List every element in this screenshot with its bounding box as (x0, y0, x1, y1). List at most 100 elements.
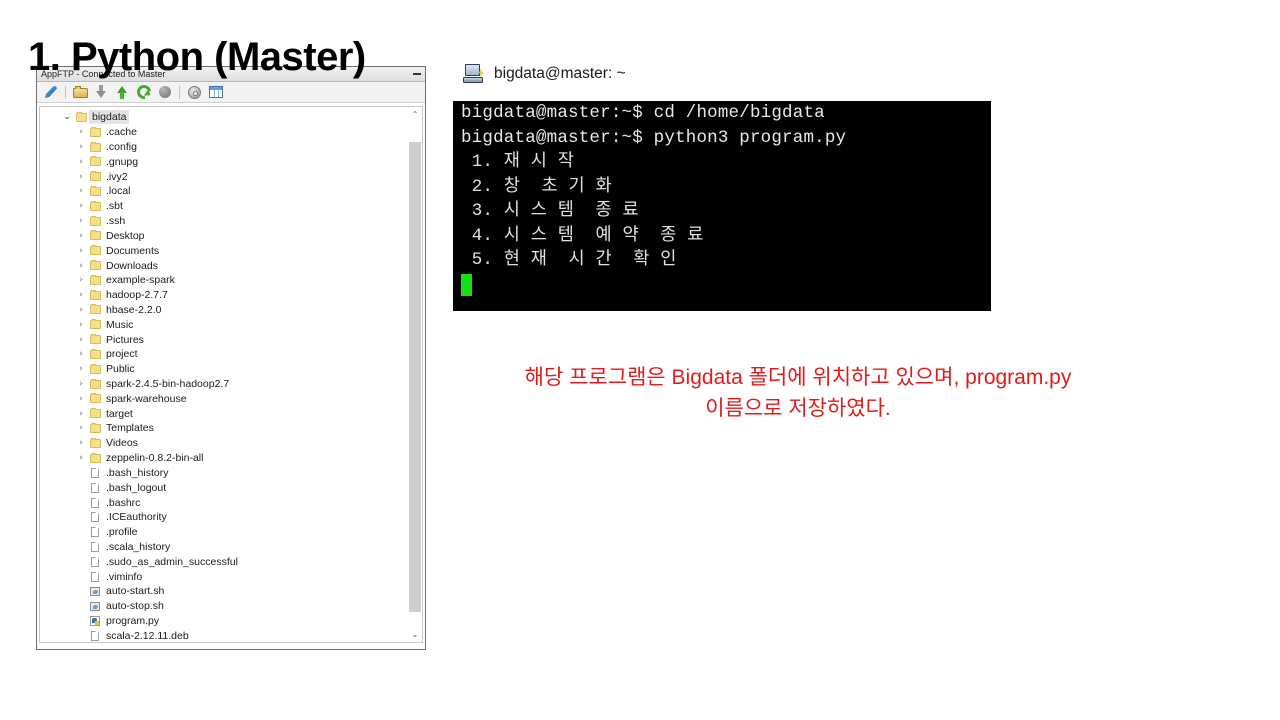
tree-item-label: .profile (106, 526, 138, 539)
chevron-right-icon[interactable]: › (74, 155, 88, 169)
edit-feather-icon[interactable] (42, 84, 59, 101)
chevron-right-icon[interactable]: › (74, 436, 88, 450)
tree-row[interactable]: › .gnupg (40, 154, 408, 169)
chevron-right-icon[interactable]: › (74, 421, 88, 435)
tree-row[interactable]: ⌄ bigdata (40, 110, 408, 125)
chevron-right-icon[interactable]: › (74, 392, 88, 406)
tree-item-label: auto-stop.sh (106, 600, 164, 613)
chevron-right-icon[interactable]: › (74, 333, 88, 347)
tree-row[interactable]: › project (40, 347, 408, 362)
chevron-right-icon[interactable]: › (74, 140, 88, 154)
tree-row[interactable]: › .ssh (40, 214, 408, 229)
tree-item-label: Pictures (106, 333, 144, 346)
tree-row[interactable]: › Downloads (40, 258, 408, 273)
tree-item-label: spark-2.4.5-bin-hadoop2.7 (106, 378, 230, 391)
file-icon (88, 541, 102, 552)
tree-row[interactable]: auto-stop.sh (40, 599, 408, 614)
tree-row[interactable]: › Desktop (40, 229, 408, 244)
tree-row[interactable]: › hbase-2.2.0 (40, 303, 408, 318)
tree-row[interactable]: › Public (40, 362, 408, 377)
tree-row[interactable]: .sudo_as_admin_successful (40, 554, 408, 569)
folder-icon (88, 141, 102, 152)
tree-row[interactable]: › target (40, 406, 408, 421)
chevron-right-icon[interactable]: › (74, 214, 88, 228)
upload-folder-icon[interactable] (72, 84, 89, 101)
tree-row[interactable]: .viminfo (40, 569, 408, 584)
chevron-right-icon[interactable]: › (74, 303, 88, 317)
scrollbar-track[interactable] (408, 122, 422, 627)
grid-view-icon[interactable] (207, 84, 224, 101)
tree-row[interactable]: › .sbt (40, 199, 408, 214)
chevron-right-icon[interactable]: › (74, 347, 88, 361)
folder-icon (88, 334, 102, 345)
tree-row[interactable]: › example-spark (40, 273, 408, 288)
tree-row[interactable]: › Videos (40, 436, 408, 451)
folder-icon (88, 185, 102, 196)
chevron-right-icon[interactable]: › (74, 273, 88, 287)
chevron-right-icon[interactable]: › (74, 407, 88, 421)
separator-2 (179, 85, 180, 99)
refresh-icon[interactable] (133, 82, 154, 102)
chevron-right-icon[interactable]: › (74, 362, 88, 376)
scroll-up-icon[interactable]: ⌃ (408, 107, 422, 122)
tree-row[interactable]: .ICEauthority (40, 510, 408, 525)
chevron-right-icon[interactable]: › (74, 125, 88, 139)
tree-row[interactable]: › Music (40, 317, 408, 332)
download-icon[interactable] (93, 84, 110, 101)
terminal-window[interactable]: bigdata@master:~$ cd /home/bigdata bigdat… (453, 101, 991, 311)
folder-icon (88, 171, 102, 182)
tree-row[interactable]: › spark-2.4.5-bin-hadoop2.7 (40, 377, 408, 392)
folder-icon (88, 393, 102, 404)
chevron-down-icon[interactable]: ⌄ (60, 110, 74, 124)
chevron-right-icon[interactable]: › (74, 288, 88, 302)
folder-icon (74, 111, 88, 122)
tree-item-label: Templates (106, 422, 154, 435)
tree-row[interactable]: .scala_history (40, 540, 408, 555)
tree-row[interactable]: › hadoop-2.7.7 (40, 288, 408, 303)
chevron-right-icon[interactable]: › (74, 170, 88, 184)
caption-text: 해당 프로그램은 Bigdata 폴더에 위치하고 있으며, program.p… (453, 362, 1143, 424)
file-icon (88, 467, 102, 478)
chevron-right-icon[interactable]: › (74, 244, 88, 258)
tree-row[interactable]: scala-2.12.11.deb (40, 628, 408, 642)
file-tree-scrollbar[interactable]: ⌃ ⌄ (408, 106, 423, 643)
file-tree-pane[interactable]: ⌄ bigdata › .cache › .config › .gnupg › .ivy2 › .lo… (39, 106, 408, 643)
tree-row[interactable]: › zeppelin-0.8.2-bin-all (40, 451, 408, 466)
chevron-right-icon[interactable]: › (74, 184, 88, 198)
tree-row[interactable]: › Pictures (40, 332, 408, 347)
tree-item-label: Videos (106, 437, 138, 450)
chevron-right-icon[interactable]: › (74, 377, 88, 391)
tree-row[interactable]: .bashrc (40, 495, 408, 510)
settings-gear-icon[interactable] (186, 84, 203, 101)
chevron-right-icon[interactable]: › (74, 229, 88, 243)
tree-row[interactable]: .bash_logout (40, 480, 408, 495)
folder-icon (88, 319, 102, 330)
minimize-icon[interactable] (413, 73, 421, 75)
stop-icon[interactable] (156, 84, 173, 101)
tree-row[interactable]: › spark-warehouse (40, 391, 408, 406)
tree-row[interactable]: › Documents (40, 243, 408, 258)
upload-arrow-icon[interactable] (114, 84, 131, 101)
tree-row[interactable]: program.py (40, 614, 408, 629)
chevron-right-icon[interactable]: › (74, 199, 88, 213)
tree-row[interactable]: › .ivy2 (40, 169, 408, 184)
tree-row[interactable]: › Templates (40, 421, 408, 436)
chevron-right-icon[interactable]: › (74, 259, 88, 273)
folder-icon (88, 200, 102, 211)
tree-item-label: .sudo_as_admin_successful (106, 555, 238, 568)
tree-row[interactable]: › .config (40, 140, 408, 155)
folder-icon (88, 304, 102, 315)
tree-row[interactable]: › .cache (40, 125, 408, 140)
tree-row[interactable]: › .local (40, 184, 408, 199)
folder-icon (88, 437, 102, 448)
tree-row[interactable]: .bash_history (40, 466, 408, 481)
scrollbar-thumb[interactable] (409, 142, 421, 612)
terminal-menu-line: 1. 재 시 작 (461, 152, 575, 172)
chevron-right-icon[interactable]: › (74, 318, 88, 332)
chevron-right-icon[interactable]: › (74, 451, 88, 465)
folder-icon (88, 348, 102, 359)
scroll-down-icon[interactable]: ⌄ (408, 627, 422, 642)
tree-item-label: Documents (106, 244, 160, 257)
tree-row[interactable]: .profile (40, 525, 408, 540)
tree-row[interactable]: auto-start.sh (40, 584, 408, 599)
